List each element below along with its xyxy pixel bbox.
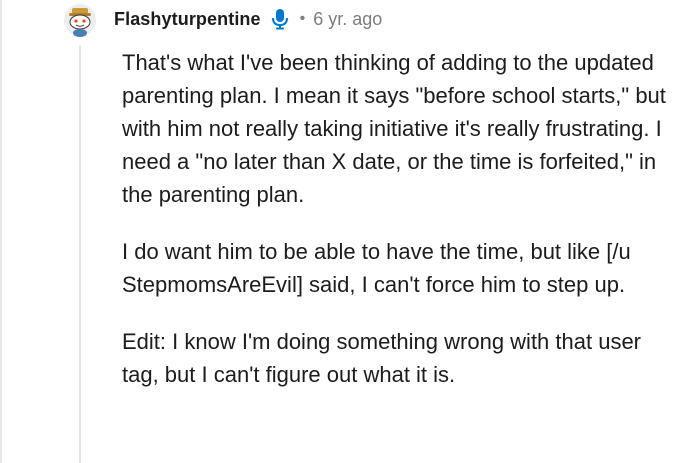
comment-paragraph: I do want him to be able to have the tim… xyxy=(122,239,631,297)
username-link[interactable]: Flashyturpentine xyxy=(114,9,261,30)
comment-header: Flashyturpentine • 6 yr. ago xyxy=(114,5,382,33)
avatar[interactable] xyxy=(63,3,97,37)
header-separator: • xyxy=(299,10,306,27)
comment-paragraph: Edit: I know I'm doing something wrong w… xyxy=(122,329,642,387)
microphone-icon xyxy=(269,8,291,30)
comment-paragraph: That's what I've been thinking of adding… xyxy=(122,50,666,207)
thread-indent-line xyxy=(0,0,2,463)
comment-body: That's what I've been thinking of adding… xyxy=(122,46,682,415)
comment-thread-line[interactable] xyxy=(79,45,81,463)
snoo-avatar-icon xyxy=(64,4,96,37)
comment-timestamp[interactable]: 6 yr. ago xyxy=(313,9,382,30)
